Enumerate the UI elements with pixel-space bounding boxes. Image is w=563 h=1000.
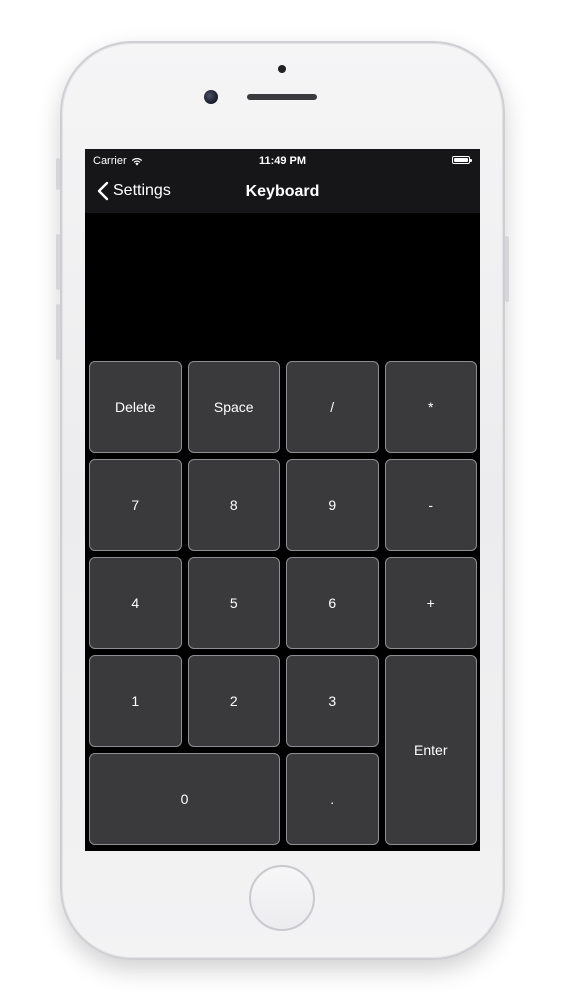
plus-key[interactable]: +	[384, 557, 477, 649]
front-camera	[204, 90, 218, 104]
key-0[interactable]: 0	[89, 753, 280, 845]
decimal-key[interactable]: .	[286, 753, 379, 845]
volume-up-button	[56, 234, 60, 290]
input-display	[85, 213, 480, 359]
screen: Carrier 11:49 PM Settings Keyboard Delet…	[85, 149, 480, 851]
status-bar: Carrier 11:49 PM	[85, 149, 480, 173]
status-time: 11:49 PM	[258, 155, 307, 167]
multiply-key[interactable]: *	[384, 361, 477, 453]
space-key[interactable]: Space	[187, 361, 280, 453]
key-5[interactable]: 5	[187, 557, 280, 649]
battery-level	[454, 158, 468, 162]
home-button[interactable]	[249, 865, 315, 931]
key-2[interactable]: 2	[187, 655, 280, 747]
key-3[interactable]: 3	[286, 655, 379, 747]
proximity-sensor	[278, 65, 286, 73]
delete-key[interactable]: Delete	[89, 361, 182, 453]
key-1[interactable]: 1	[89, 655, 182, 747]
keypad: Delete Space / * 7 8 9 - 4 5 6 + 1 2 3 E…	[89, 361, 477, 845]
key-8[interactable]: 8	[187, 459, 280, 551]
stage: Carrier 11:49 PM Settings Keyboard Delet…	[0, 0, 563, 1000]
mute-switch	[56, 158, 60, 190]
page-title: Keyboard	[245, 183, 320, 200]
key-6[interactable]: 6	[286, 557, 379, 649]
key-4[interactable]: 4	[89, 557, 182, 649]
earpiece-speaker	[247, 94, 317, 100]
navigation-bar: Settings Keyboard	[85, 173, 480, 213]
enter-key[interactable]: Enter	[384, 655, 477, 845]
power-button	[505, 236, 509, 302]
battery-icon	[452, 156, 472, 164]
divide-key[interactable]: /	[286, 361, 379, 453]
key-7[interactable]: 7	[89, 459, 182, 551]
volume-down-button	[56, 304, 60, 360]
key-9[interactable]: 9	[286, 459, 379, 551]
minus-key[interactable]: -	[384, 459, 477, 551]
